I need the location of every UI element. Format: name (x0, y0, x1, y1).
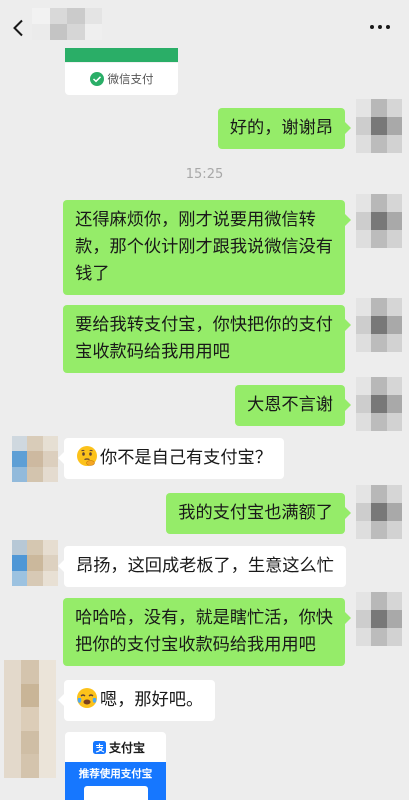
message-bubble-outgoing[interactable]: 我的支付宝也满额了 (166, 493, 351, 534)
message-bubble-incoming[interactable]: 嗯，那好吧。 (57, 680, 216, 721)
alipay-card-header: 支付宝 (65, 732, 166, 762)
message-line: 宝收款码给我用用吧 (75, 342, 230, 362)
message-line: 昂扬，这回成老板了，生意这么忙 (76, 556, 334, 576)
avatar-contact[interactable] (4, 660, 56, 778)
avatar-self[interactable] (356, 99, 402, 153)
wechat-pay-card[interactable]: 微信支付 (65, 48, 178, 95)
message-line: 要给我转支付宝，你快把你的支付 (75, 315, 333, 335)
avatar-contact[interactable] (12, 540, 58, 586)
alipay-card-banner: 推荐使用支付宝 (65, 762, 166, 800)
chat-header (0, 0, 409, 46)
message-line: 款，那个伙计刚才跟我说微信没有 (75, 237, 333, 257)
alipay-brand: 支付宝 (109, 740, 146, 755)
avatar-contact[interactable] (12, 436, 58, 482)
alipay-banner-text: 推荐使用支付宝 (78, 768, 153, 780)
message-bubble-outgoing[interactable]: 大恩不言谢 (235, 385, 351, 426)
message-bubble-outgoing[interactable]: 要给我转支付宝，你快把你的支付 宝收款码给我用用吧 (63, 305, 351, 373)
avatar-self[interactable] (356, 485, 402, 539)
alipay-logo-icon (93, 740, 106, 754)
sweat-tears-emoji-icon (77, 688, 97, 708)
wechat-pay-card-footer: 微信支付 (65, 62, 178, 95)
message-line: 我的支付宝也满额了 (178, 503, 333, 523)
contact-name-blurred (32, 8, 102, 40)
alipay-card-button[interactable] (83, 786, 148, 800)
thinking-face-emoji-icon (77, 446, 97, 466)
avatar-self[interactable] (356, 298, 402, 352)
message-bubble-outgoing[interactable]: 还得麻烦你，刚才说要用微信转 款，那个伙计刚才跟我说微信没有 钱了 (63, 200, 351, 295)
avatar-self[interactable] (356, 377, 402, 431)
message-line: 还得麻烦你，刚才说要用微信转 (75, 210, 316, 230)
message-line: 钱了 (75, 264, 110, 284)
message-bubble-outgoing[interactable]: 哈哈哈，没有，就是瞎忙活，你快 把你的支付宝收款码给我用用吧 (63, 598, 351, 666)
timestamp: 15:25 (185, 167, 224, 182)
message-line: 你不是自己有支付宝？ (76, 445, 272, 472)
message-bubble-incoming[interactable]: 昂扬，这回成老板了，生意这么忙 (58, 546, 346, 587)
wechat-pay-label: 微信支付 (107, 72, 154, 86)
avatar-self[interactable] (356, 592, 402, 646)
more-dots-icon[interactable] (368, 22, 392, 32)
back-arrow-icon[interactable] (12, 19, 24, 37)
message-line: 把你的支付宝收款码给我用用吧 (75, 635, 316, 655)
message-bubble-incoming[interactable]: 你不是自己有支付宝？ (58, 438, 284, 479)
wechat-pay-icon (89, 72, 104, 86)
message-bubble-outgoing[interactable]: 好的，谢谢昂 (217, 108, 352, 149)
message-line: 大恩不言谢 (247, 395, 333, 415)
avatar-self[interactable] (356, 194, 402, 248)
message-line: 嗯，那好吧。 (76, 687, 203, 714)
wechat-pay-card-strip (65, 48, 178, 62)
message-line: 好的，谢谢昂 (229, 118, 333, 138)
message-line: 哈哈哈，没有，就是瞎忙活，你快 (75, 608, 333, 628)
message-text: 嗯，那好吧。 (100, 690, 204, 710)
alipay-card[interactable]: 支付宝 推荐使用支付宝 (65, 732, 166, 800)
message-text: 你不是自己有支付宝？ (100, 448, 272, 468)
